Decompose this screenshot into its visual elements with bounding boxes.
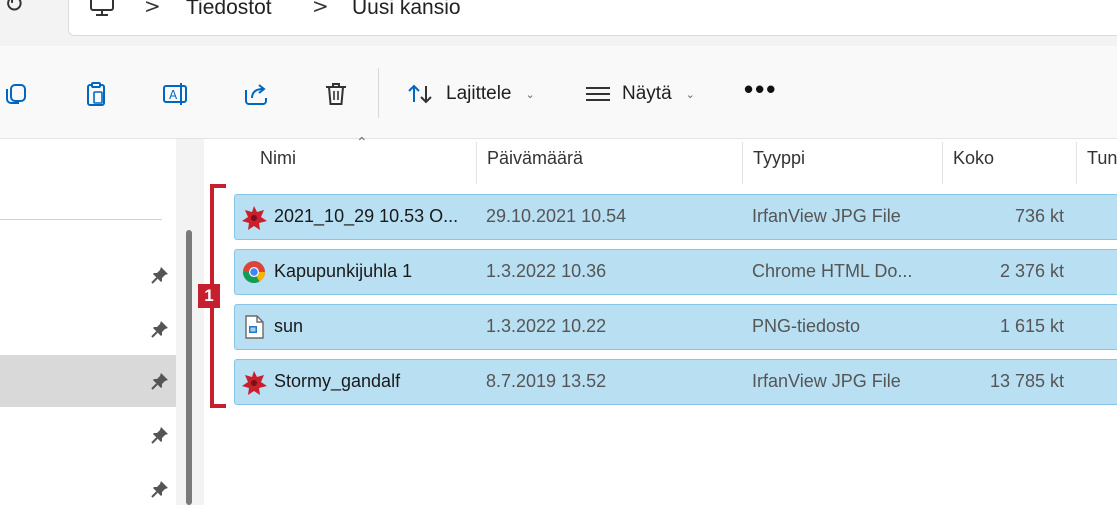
sort-label: Lajittele [446,83,512,104]
column-divider[interactable] [1076,142,1077,184]
file-name: sun [274,316,304,336]
file-row[interactable]: sun 1.3.2022 10.22 PNG-tiedosto 1 615 kt [234,304,1117,350]
column-header-size[interactable]: Koko [953,148,994,169]
file-date: 1.3.2022 10.22 [486,316,607,336]
toolbar-divider [378,68,379,118]
sort-button[interactable]: Lajittele ⌄ [406,76,535,112]
nav-divider [0,219,162,220]
file-size: 1 615 kt [999,316,1064,336]
png-file-icon [245,315,264,339]
irfanview-icon [242,206,267,230]
file-row[interactable]: 2021_10_29 10.53 O... 29.10.2021 10.54 I… [234,194,1117,240]
view-icon [586,87,610,101]
column-header-date[interactable]: Päivämäärä [487,148,583,169]
rename-icon[interactable]: A [162,80,190,108]
chevron-right-icon: > [144,0,161,18]
chevron-down-icon: ⌄ [525,88,535,101]
column-divider[interactable] [942,142,943,184]
column-header-name[interactable]: Nimi [260,148,296,169]
file-size: 2 376 kt [999,261,1064,281]
this-pc-icon[interactable] [88,0,116,18]
quick-access-item[interactable] [0,303,176,355]
pin-icon [151,321,168,338]
file-row[interactable]: Kapupunkijuhla 1 1.3.2022 10.36 Chrome H… [234,249,1117,295]
file-type: PNG-tiedosto [752,316,861,336]
file-name: Kapupunkijuhla 1 [274,261,413,281]
view-button[interactable]: Näytä ⌄ [584,76,695,112]
chrome-icon [243,261,265,283]
more-options-button[interactable]: ••• [744,76,777,102]
sort-icon [408,84,432,104]
file-type: Chrome HTML Do... [752,261,913,281]
annotation-badge: 1 [198,284,220,308]
breadcrumb-item[interactable]: Uusi kansio [352,0,461,20]
column-header-type[interactable]: Tyyppi [753,148,805,169]
delete-icon[interactable] [322,80,350,108]
quick-access-item-selected[interactable] [0,355,176,407]
column-divider[interactable] [476,142,477,184]
file-row[interactable]: Stormy_gandalf 8.7.2019 13.52 IrfanView … [234,359,1117,405]
pin-icon [151,267,168,284]
refresh-icon[interactable]: ↻ [4,0,24,19]
file-type: IrfanView JPG File [752,371,901,391]
navigation-pane [0,139,176,505]
nav-scrollbar-thumb[interactable] [186,230,192,505]
chevron-down-icon: ⌄ [685,88,695,101]
file-name: Stormy_gandalf [274,371,401,391]
sort-ascending-icon: ⌃ [356,134,368,150]
file-date: 1.3.2022 10.36 [486,261,607,281]
irfanview-icon [242,371,267,395]
pin-icon [151,427,168,444]
svg-text:A: A [169,88,178,102]
pin-icon [151,481,168,498]
file-date: 29.10.2021 10.54 [486,206,627,226]
file-name: 2021_10_29 10.53 O... [274,206,459,226]
copy-icon[interactable] [2,80,30,108]
address-bar-area: ↻ > Tiedostot > Uusi kansio [0,0,1117,46]
file-size: 736 kt [1014,206,1064,226]
paste-icon[interactable] [82,80,110,108]
share-icon[interactable] [242,80,270,108]
column-divider[interactable] [742,142,743,184]
breadcrumb-item[interactable]: Tiedostot [186,0,272,20]
view-label: Näytä [622,83,672,104]
file-date: 8.7.2019 13.52 [486,371,607,391]
command-bar: A Lajittele ⌄ Näytä ⌄ ••• [0,46,1117,139]
pin-icon [151,373,168,390]
chevron-right-icon: > [312,0,329,18]
quick-access-item[interactable] [0,463,176,515]
file-type: IrfanView JPG File [752,206,901,226]
quick-access-item[interactable] [0,249,176,301]
quick-access-item[interactable] [0,409,176,461]
column-header-tags[interactable]: Tun [1087,148,1117,169]
file-size: 13 785 kt [989,371,1064,391]
